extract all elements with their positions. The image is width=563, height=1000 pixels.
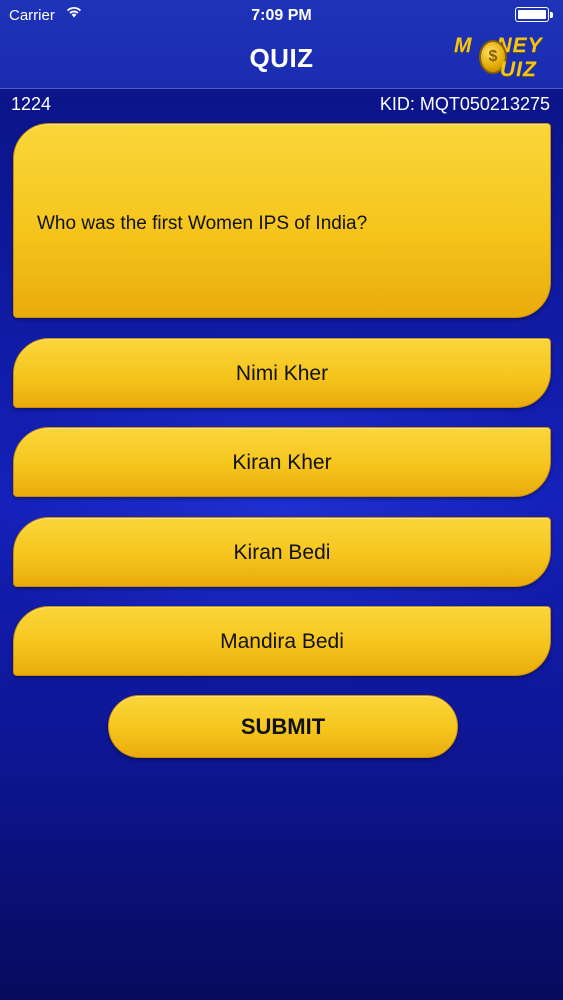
option-label: Mandira Bedi	[220, 630, 344, 653]
option-label: Nimi Kher	[235, 362, 329, 385]
option-button-3[interactable]: Kiran Bedi	[13, 517, 551, 587]
submit-button[interactable]: SUBMIT	[108, 695, 458, 758]
nav-bar: Carrier 7:09 PM QUIZ M NEY $ UIZ	[0, 0, 563, 89]
option-label: Kiran Bedi	[233, 541, 331, 564]
question-count: 1224	[11, 94, 52, 114]
clock: 7:09 PM	[251, 7, 312, 24]
kid-label: KID: MQT050213275	[379, 94, 550, 114]
question-text: Who was the first Women IPS of India?	[37, 213, 368, 234]
status-bar: Carrier 7:09 PM	[0, 4, 563, 26]
option-button-1[interactable]: Nimi Kher	[13, 338, 551, 408]
question-card: Who was the first Women IPS of India?	[13, 123, 551, 318]
option-label: Kiran Kher	[232, 451, 332, 474]
submit-label: SUBMIT	[240, 714, 326, 739]
option-button-2[interactable]: Kiran Kher	[13, 427, 551, 497]
logo-line-2: UIZ	[500, 58, 537, 81]
option-button-4[interactable]: Mandira Bedi	[13, 606, 551, 676]
money-quiz-logo: M NEY $ UIZ	[454, 34, 562, 82]
battery-icon	[515, 7, 553, 22]
